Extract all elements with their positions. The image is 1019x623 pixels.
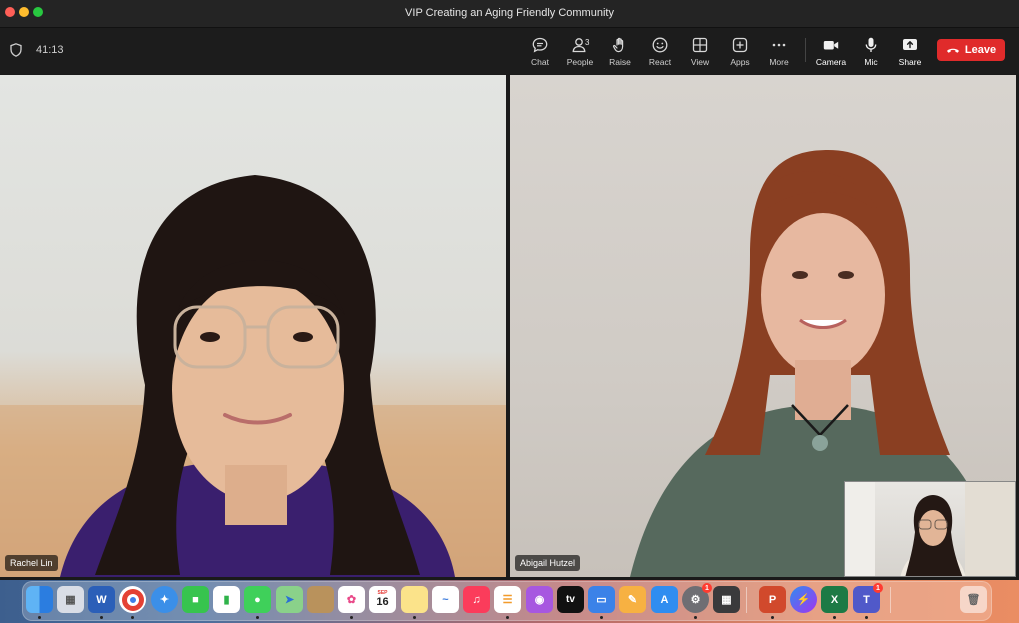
chat-button[interactable]: Chat [520,36,560,68]
launchpad-icon[interactable]: ▦ [57,586,84,613]
running-indicator [865,616,868,619]
apps-label: Apps [730,57,750,67]
running-indicator [833,616,836,619]
running-indicator [413,616,416,619]
plus-square-icon [732,37,748,53]
mic-button[interactable]: Mic [851,36,891,68]
more-label: More [769,57,789,67]
leave-button[interactable]: Leave [937,39,1005,61]
share-button[interactable]: Share [890,36,930,68]
tv-icon[interactable]: tv [557,586,584,613]
chat-label: Chat [531,57,549,67]
notes-icon[interactable] [401,586,428,613]
people-button[interactable]: 3 People [560,36,600,68]
notification-badge: 1 [873,583,883,593]
excel-icon[interactable]: X [821,586,848,613]
photos-icon[interactable]: ✿ [338,586,365,613]
window-title: VIP Creating an Aging Friendly Community [405,7,614,19]
meeting-toolbar: 41:13 Chat 3 People Raise React View App… [0,28,1019,74]
view-label: View [690,57,710,67]
maps-icon[interactable]: ➤ [276,586,303,613]
title-bar: VIP Creating an Aging Friendly Community [0,0,1019,28]
hand-icon [612,37,624,53]
finder-icon[interactable] [26,586,53,613]
mic-icon [865,37,877,52]
running-indicator [771,616,774,619]
running-indicator [600,616,603,619]
pages-icon[interactable]: ✎ [619,586,646,613]
running-indicator [350,616,353,619]
participant-name-tag: Abigail Hutzel [515,555,581,571]
messenger-icon[interactable]: ⚡ [790,586,817,613]
self-view-image [845,482,1015,576]
reminders-icon[interactable]: ☰ [494,586,521,613]
view-button[interactable]: View [680,36,720,68]
numbers-icon[interactable]: ▮ [213,586,240,613]
camera-icon [823,41,839,50]
hang-up-icon [946,48,959,53]
music-icon[interactable]: ♫ [463,586,490,613]
video-tile-rachel-lin[interactable]: Rachel Lin [0,75,506,577]
camera-label: Camera [815,57,847,67]
system-settings-icon[interactable]: ⚙ 1 [682,583,712,613]
people-label: People [566,57,594,67]
raise-label: Raise [609,57,631,67]
app-store-icon[interactable]: A [651,586,678,613]
tv-label: tv [566,594,575,605]
running-indicator [694,616,697,619]
share-icon [903,39,917,50]
people-count: 3 [585,38,590,47]
facetime-icon[interactable]: ■ [182,586,209,613]
chrome-icon[interactable] [119,586,146,613]
word-icon[interactable]: W [88,586,115,613]
running-indicator [38,616,41,619]
calendar-day: 16 [376,596,389,608]
shield-icon[interactable] [10,43,22,57]
calculator-icon[interactable]: ▦ [713,586,740,613]
dock-separator [746,587,747,613]
chat-icon [532,37,548,53]
podcasts-icon[interactable]: ◉ [526,586,553,613]
ellipsis-icon [772,43,786,47]
meeting-timer: 41:13 [36,44,64,56]
toolbar-divider [805,38,806,62]
react-button[interactable]: React [640,36,680,68]
smile-icon [652,37,668,53]
camera-button[interactable]: Camera [811,36,851,68]
participant-video [0,175,506,577]
freeform-icon[interactable]: ~ [432,586,459,613]
calendar-icon[interactable]: SEP 16 [369,586,396,613]
apps-button[interactable]: Apps [720,36,760,68]
participant-name-tag: Rachel Lin [5,555,58,571]
leave-label: Leave [964,44,997,56]
messages-icon[interactable]: ● [244,586,271,613]
raise-hand-button[interactable]: Raise [600,36,640,68]
react-label: React [648,57,672,67]
trash-icon[interactable]: 🗑 [960,586,987,613]
teams-icon[interactable]: T 1 [853,583,883,613]
running-indicator [256,616,259,619]
mic-label: Mic [864,57,878,67]
more-button[interactable]: More [759,36,799,68]
powerpoint-icon[interactable]: P [759,586,786,613]
zoom-window: VIP Creating an Aging Friendly Community… [0,0,1019,580]
share-label: Share [898,57,922,67]
dock-separator [890,587,891,613]
contacts-icon[interactable] [307,586,334,613]
grid-icon [692,37,708,53]
notification-badge: 1 [702,583,712,593]
running-indicator [506,616,509,619]
running-indicator [100,616,103,619]
self-view-video[interactable] [844,481,1016,577]
safari-icon[interactable]: ✦ [151,586,178,613]
keynote-icon[interactable]: ▭ [588,586,615,613]
running-indicator [131,616,134,619]
